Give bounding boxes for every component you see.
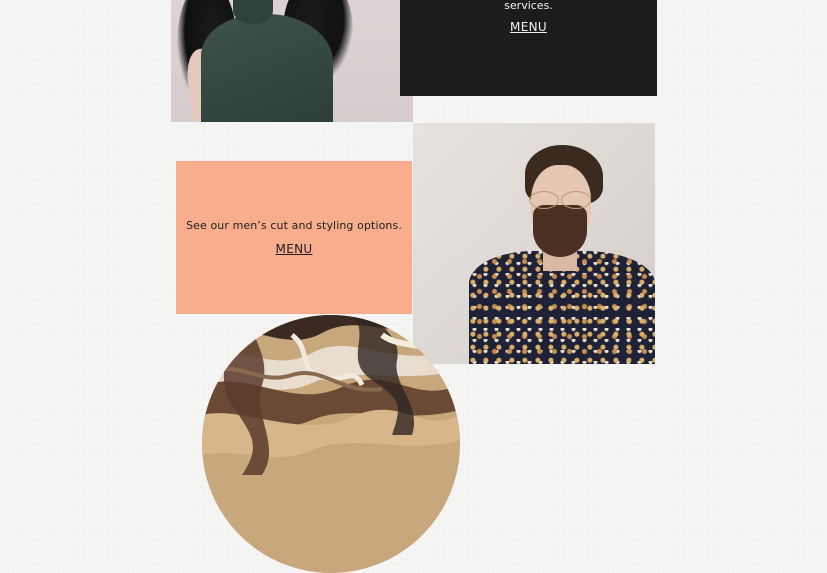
marble-circle-image	[202, 315, 460, 573]
woman-portrait-photo	[171, 0, 413, 122]
mens-card-text: See our men’s cut and styling options.	[186, 219, 402, 232]
mens-menu-link[interactable]: MENU	[176, 242, 412, 256]
man-portrait-photo	[413, 123, 655, 364]
services-card: services. MENU	[400, 0, 657, 96]
services-card-text: services.	[504, 0, 553, 12]
services-menu-link[interactable]: MENU	[400, 20, 657, 34]
mens-card: See our men’s cut and styling options. M…	[176, 161, 412, 314]
